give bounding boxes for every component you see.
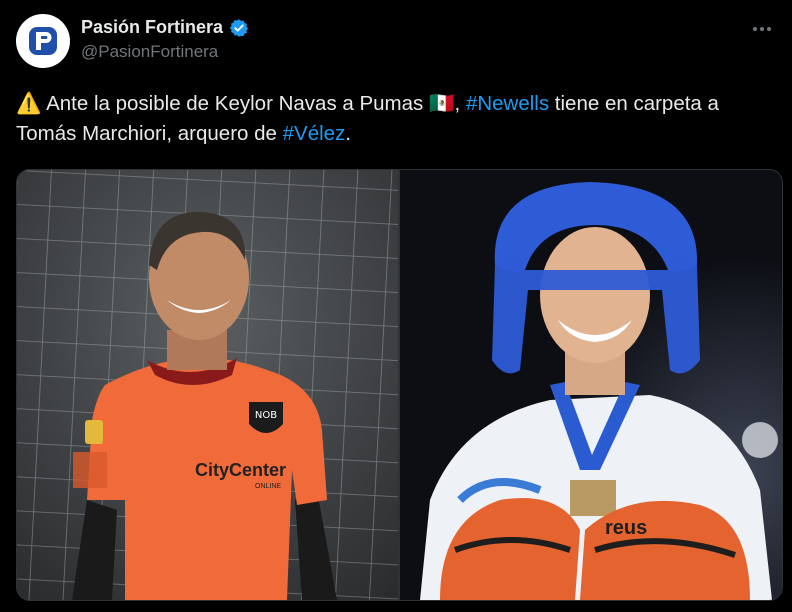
tweet-text: ⚠️ Ante la posible de Keylor Navas a Pum… <box>16 89 756 149</box>
tweet-text-part: , <box>454 92 466 115</box>
tweet-text-part: . <box>345 122 352 145</box>
handle[interactable]: @PasionFortinera <box>81 42 249 62</box>
tweet-text-part: Ante la posible de Keylor Navas a Pumas <box>46 92 424 115</box>
photo-keylor-navas[interactable]: NOB CityCenter ONLINE <box>17 170 398 600</box>
verified-badge-icon <box>229 18 249 37</box>
photo-tomas-marchiori[interactable]: reus <box>400 170 782 600</box>
author-names: Pasión Fortinera @PasionFortinera <box>81 17 249 62</box>
glove-brand-text: reus <box>605 517 647 539</box>
sponsor-text: CityCenter <box>195 460 286 480</box>
display-name[interactable]: Pasión Fortinera <box>81 17 223 38</box>
avatar-logo-icon <box>29 27 57 55</box>
hashtag-newells-link[interactable]: #Newells <box>466 92 549 115</box>
tweet-header: Pasión Fortinera @PasionFortinera <box>16 14 776 70</box>
photo-left-illustration: NOB CityCenter ONLINE <box>17 170 398 600</box>
warning-icon: ⚠️ <box>16 92 42 115</box>
sponsor-sub-text: ONLINE <box>255 483 281 490</box>
mexico-flag-icon: 🇲🇽 <box>429 92 455 115</box>
more-button[interactable] <box>748 20 776 38</box>
jersey-badge-text: NOB <box>255 410 277 421</box>
more-icon <box>753 27 771 31</box>
avatar[interactable] <box>16 14 70 68</box>
media-grid: NOB CityCenter ONLINE reus <box>16 169 783 601</box>
tweet: Pasión Fortinera @PasionFortinera ⚠️ Ant… <box>0 0 792 612</box>
hashtag-velez-link[interactable]: #Vélez <box>283 122 346 145</box>
photo-right-illustration: reus <box>400 170 782 600</box>
